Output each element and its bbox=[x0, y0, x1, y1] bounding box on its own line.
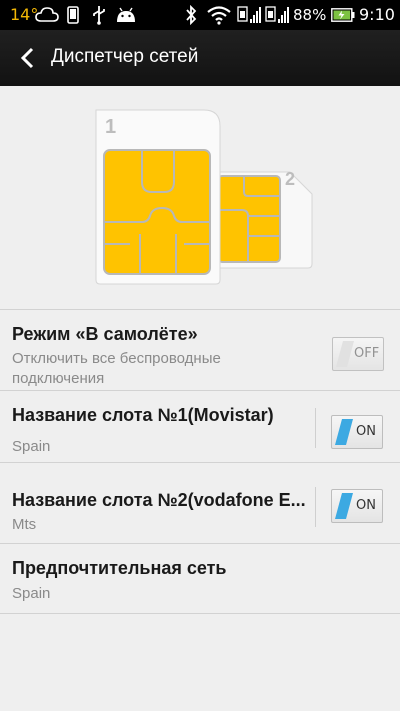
slot2-toggle[interactable]: ON bbox=[331, 489, 383, 523]
airplane-mode-row[interactable]: Режим «В самолёте» Отключить все беспров… bbox=[0, 309, 400, 390]
cloud-icon bbox=[34, 5, 60, 25]
battery-charging-icon bbox=[331, 5, 355, 25]
toggle-state: OFF bbox=[354, 346, 380, 361]
sim-cards-illustration: 1 2 bbox=[0, 86, 400, 309]
sim-signal-icon bbox=[237, 5, 261, 25]
sim2-label: 2 bbox=[285, 169, 296, 189]
toggle-knob-icon bbox=[335, 419, 353, 445]
toggle-state: ON bbox=[356, 424, 376, 439]
battery-percent: 88% bbox=[293, 6, 327, 24]
slot1-toggle[interactable]: ON bbox=[331, 415, 383, 449]
back-button[interactable] bbox=[10, 40, 44, 76]
usb-icon bbox=[90, 5, 108, 25]
slot2-subtitle: Mts bbox=[12, 516, 37, 533]
airplane-mode-subtitle: Отключить все беспроводные подключения bbox=[12, 350, 221, 387]
toggle-state: ON bbox=[356, 498, 376, 513]
divider bbox=[315, 408, 316, 448]
sim-signal-2-icon bbox=[265, 5, 289, 25]
sim-cards-icon bbox=[95, 109, 313, 285]
divider bbox=[315, 487, 316, 527]
wifi-icon bbox=[206, 5, 232, 25]
slot2-title: Название слота №2(vodafone E... bbox=[12, 490, 306, 510]
phone-icon bbox=[66, 5, 80, 25]
preferred-network-row[interactable]: Предпочтительная сеть Spain bbox=[0, 543, 400, 614]
toggle-knob-icon bbox=[336, 341, 354, 367]
preferred-network-title: Предпочтительная сеть bbox=[12, 558, 227, 578]
preferred-network-subtitle: Spain bbox=[12, 585, 51, 602]
slot1-row[interactable]: Название слота №1(Movistar) Spain ON bbox=[0, 390, 400, 462]
slot1-title: Название слота №1(Movistar) bbox=[12, 405, 274, 425]
status-bar: 14° 88% 9:10 bbox=[0, 0, 400, 30]
slot1-subtitle: Spain bbox=[12, 438, 51, 455]
slot2-row[interactable]: Название слота №2(vodafone E... Mts ON bbox=[0, 462, 400, 543]
action-bar: Диспетчер сетей bbox=[0, 30, 400, 86]
chevron-left-icon bbox=[20, 47, 34, 69]
page-title: Диспетчер сетей bbox=[51, 46, 199, 67]
clock: 9:10 bbox=[359, 5, 395, 24]
android-icon bbox=[115, 5, 137, 25]
airplane-mode-title: Режим «В самолёте» bbox=[12, 324, 198, 344]
toggle-knob-icon bbox=[335, 493, 353, 519]
sim1-label: 1 bbox=[105, 116, 117, 138]
airplane-mode-toggle[interactable]: OFF bbox=[332, 337, 384, 371]
bluetooth-icon bbox=[184, 5, 198, 25]
